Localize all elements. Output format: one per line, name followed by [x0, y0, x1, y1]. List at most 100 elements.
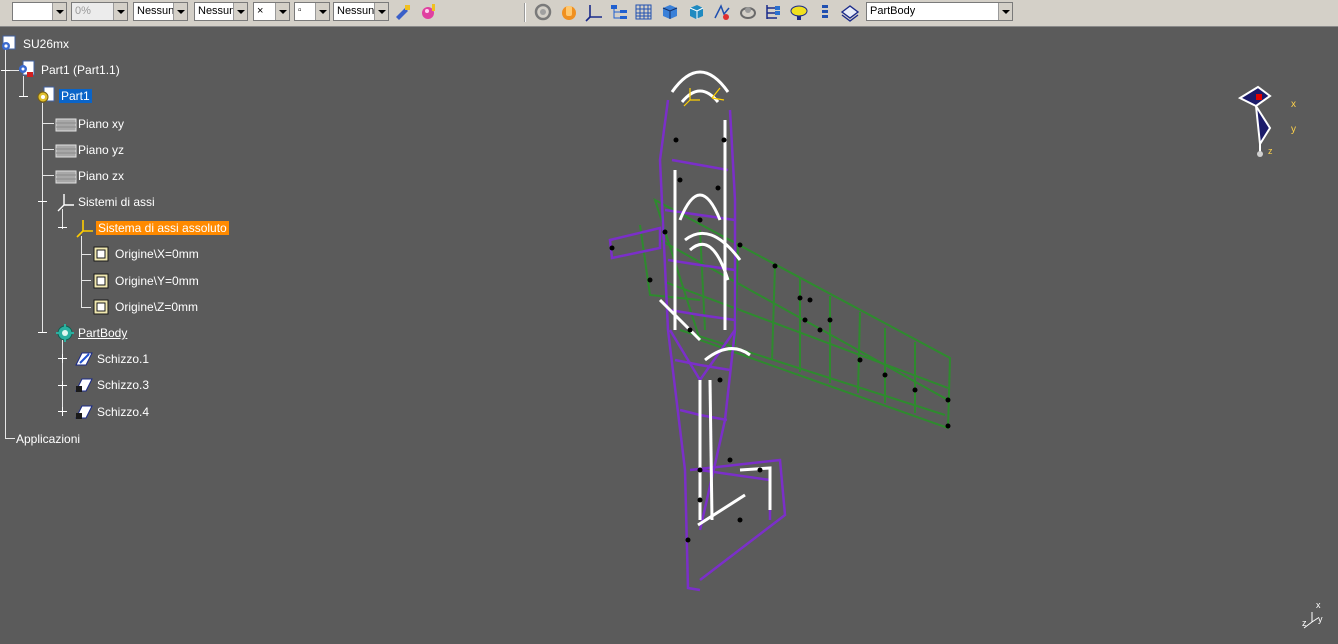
parameter-icon	[92, 244, 112, 264]
lamp-icon[interactable]	[789, 2, 809, 22]
tree-connector	[42, 149, 54, 150]
tree-label: Piano yz	[78, 143, 125, 157]
body-gear-icon	[55, 323, 75, 343]
tree-label: Part1 (Part1.1)	[41, 63, 120, 77]
painter-icon[interactable]	[393, 2, 413, 22]
axis-system-icon	[74, 218, 94, 238]
tree-label-highlighted: Sistema di assi assoluto	[96, 221, 229, 235]
plane-icon	[55, 166, 77, 186]
chevron-down-icon[interactable]	[233, 3, 247, 20]
box-view-icon[interactable]	[660, 2, 680, 22]
gear-icon	[37, 86, 57, 106]
point-symbol-combo[interactable]: ×	[253, 2, 290, 21]
flow-icon[interactable]	[738, 2, 758, 22]
specification-tree: SU26mx Part1 (Part1.1) Part1 Piano xy Pi…	[0, 26, 560, 626]
transparency-value: 0%	[75, 5, 91, 17]
point-size-combo[interactable]: ▫	[294, 2, 330, 21]
3d-viewport[interactable]	[560, 26, 1338, 640]
tree-label: Schizzo.3	[97, 378, 150, 392]
cube-view-icon[interactable]	[686, 2, 706, 22]
tree-connector	[81, 307, 91, 308]
point-symbol-value: ×	[257, 5, 264, 17]
mini-axis-z-label: z	[1302, 618, 1307, 628]
parameter-icon	[92, 297, 112, 317]
tree-label: Origine\X=0mm	[115, 247, 199, 261]
hierarchy-tree-icon[interactable]	[609, 2, 629, 22]
tree-label: Origine\Z=0mm	[115, 300, 199, 314]
tree-label: Piano zx	[78, 169, 125, 183]
collapse-toggle[interactable]	[38, 328, 47, 337]
tree-connector	[62, 340, 63, 412]
wireframe-model	[608, 70, 952, 592]
compass-z-label: z	[1268, 146, 1273, 156]
tree-label: PartBody	[78, 326, 128, 340]
compass-y-label: y	[1291, 124, 1296, 135]
compass-icon[interactable]	[1232, 84, 1302, 160]
chevron-down-icon[interactable]	[374, 3, 388, 20]
analysis-icon[interactable]	[712, 2, 732, 22]
body-selector-combo[interactable]: PartBody	[866, 2, 1013, 21]
tree-connector	[5, 438, 15, 439]
sketch-icon	[74, 402, 94, 422]
surface-icon[interactable]	[840, 2, 860, 22]
line-color-combo[interactable]	[12, 2, 67, 21]
material-icon[interactable]	[419, 2, 439, 22]
tree-label: Sistemi di assi	[78, 195, 155, 209]
point-size-glyph: ▫	[298, 5, 302, 16]
toolbar-separator	[524, 3, 526, 22]
tree-connector	[42, 175, 54, 176]
axis-system-icon	[55, 192, 75, 212]
tree-label: Schizzo.4	[97, 405, 150, 419]
expand-toggle[interactable]	[58, 381, 67, 390]
parameter-icon	[92, 271, 112, 291]
transparency-combo[interactable]: 0%	[71, 2, 128, 21]
sketch-icon	[74, 349, 94, 369]
chevron-down-icon[interactable]	[998, 3, 1012, 20]
compass-x-label: x	[1291, 99, 1296, 110]
collapse-toggle[interactable]	[19, 92, 28, 101]
layer-combo[interactable]: Nessunc	[333, 2, 389, 21]
collapse-toggle[interactable]	[1, 66, 10, 75]
list-icon[interactable]	[815, 2, 835, 22]
hierarchy-icon[interactable]	[763, 2, 783, 22]
expand-toggle[interactable]	[58, 354, 67, 363]
tree-label: Piano xy	[78, 117, 125, 131]
chevron-down-icon[interactable]	[52, 3, 66, 20]
mini-axis-x-label: x	[1316, 600, 1321, 610]
part-icon	[18, 60, 38, 80]
chevron-down-icon[interactable]	[173, 3, 187, 20]
toolbar: 0% Nessun Nessun × ▫ Nessunc PartBody	[0, 0, 1338, 27]
chevron-down-icon[interactable]	[275, 3, 289, 20]
tree-label-selected: Part1	[59, 89, 92, 103]
plane-icon	[55, 114, 77, 134]
compass-widget[interactable]: x y z	[1232, 84, 1302, 160]
collapse-toggle[interactable]	[38, 197, 47, 206]
body-selector-value: PartBody	[870, 5, 916, 17]
tree-label: SU26mx	[23, 37, 70, 51]
fuselage-wireframe	[608, 99, 787, 592]
mini-axis-widget: x y z	[1298, 600, 1326, 630]
pan-hand-icon[interactable]	[559, 2, 579, 22]
tree-connector	[42, 103, 43, 332]
chevron-down-icon[interactable]	[113, 3, 127, 20]
plane-icon	[55, 140, 77, 160]
tree-connector	[42, 123, 54, 124]
linetype-combo[interactable]: Nessun	[133, 2, 188, 21]
thickness-combo[interactable]: Nessun	[194, 2, 248, 21]
tree-label: Origine\Y=0mm	[115, 274, 199, 288]
mini-axis-y-label: y	[1318, 614, 1323, 624]
tree-label: Schizzo.1	[97, 352, 150, 366]
tree-connector	[5, 44, 6, 439]
tree-label: Applicazioni	[16, 432, 81, 446]
grid-icon[interactable]	[634, 2, 654, 22]
axis-system-icon[interactable]	[584, 2, 604, 22]
tree-connector	[81, 280, 91, 281]
chevron-down-icon[interactable]	[315, 3, 329, 20]
tree-connector	[81, 236, 82, 308]
thickness-value: Nessun	[198, 5, 236, 17]
linetype-value: Nessun	[137, 5, 175, 17]
collapse-toggle[interactable]	[58, 223, 67, 232]
product-icon	[0, 34, 20, 54]
expand-toggle[interactable]	[58, 407, 67, 416]
rotate-icon[interactable]	[533, 2, 553, 22]
